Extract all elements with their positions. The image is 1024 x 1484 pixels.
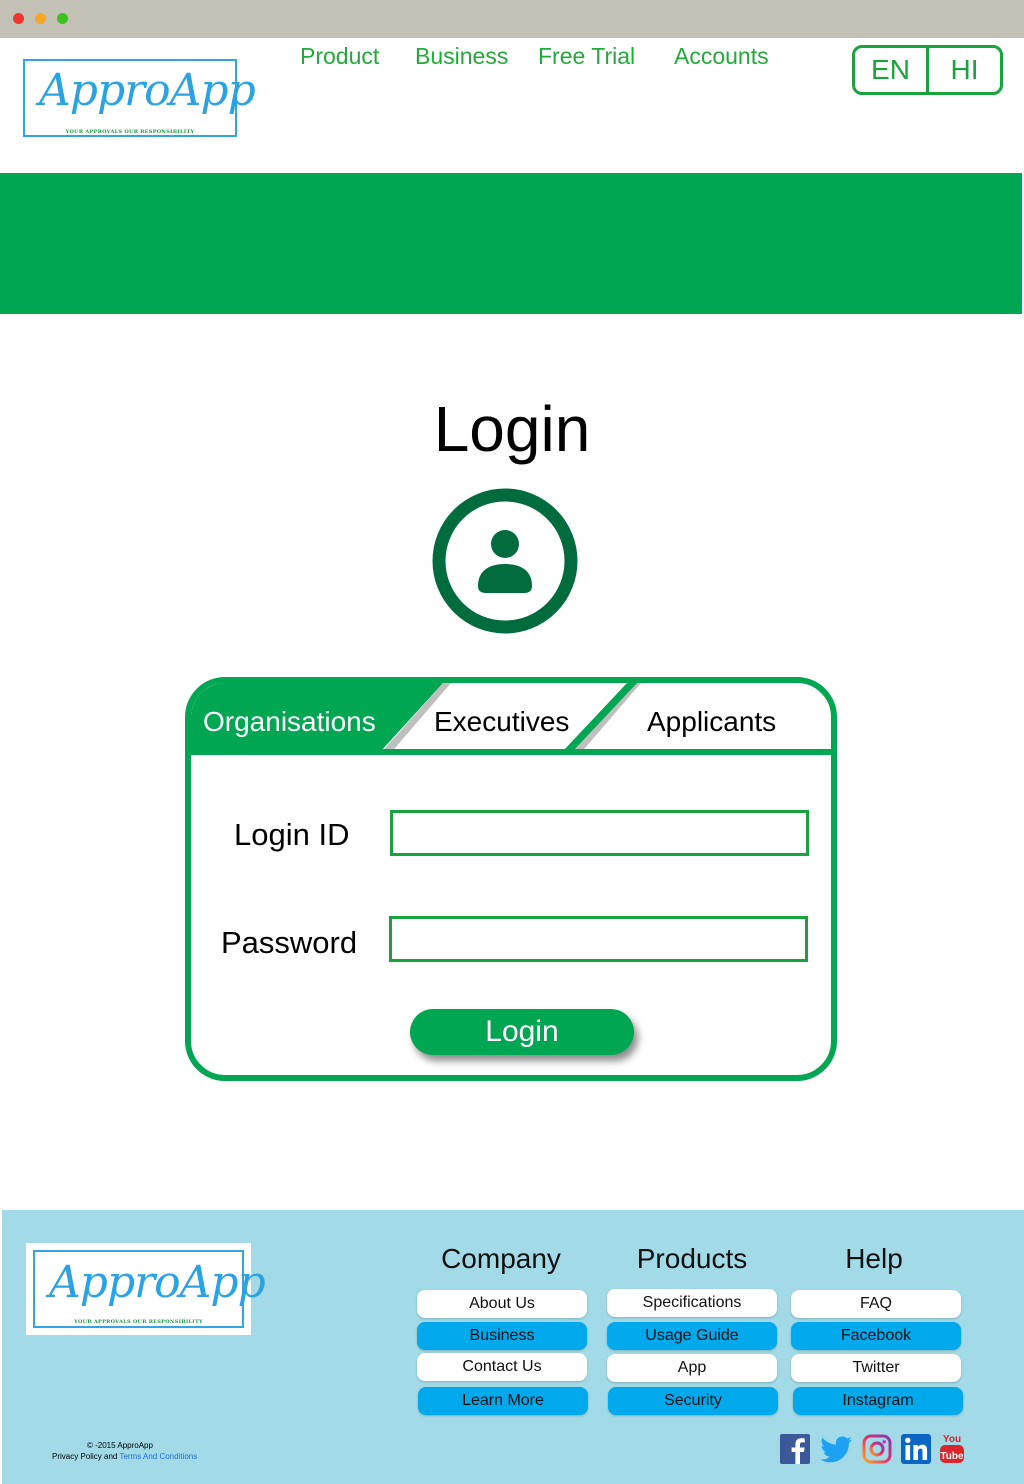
login-button[interactable]: Login	[410, 1009, 634, 1055]
footer-logo[interactable]: ApproApp YOUR APPROVALS OUR RESPONSIBILI…	[26, 1243, 266, 1335]
language-hi-button[interactable]: HI	[929, 48, 1000, 92]
language-switcher: EN HI	[852, 45, 1003, 95]
copyright-text: © -2015 ApproApp	[87, 1441, 153, 1450]
password-label: Password	[221, 925, 358, 960]
terms-link[interactable]: Terms And Conditions	[119, 1452, 197, 1461]
instagram-icon[interactable]	[862, 1432, 892, 1464]
tab-executives[interactable]: Executives	[434, 706, 569, 738]
footer-link-twitter[interactable]: Twitter	[791, 1354, 961, 1382]
login-card: Organisations Executives Applicants Logi…	[185, 677, 837, 1081]
nav-product[interactable]: Product	[300, 43, 379, 70]
footer-logo-text: ApproApp	[49, 1257, 266, 1308]
footer: ApproApp YOUR APPROVALS OUR RESPONSIBILI…	[2, 1210, 1024, 1484]
youtube-icon[interactable]: You Tube	[939, 1432, 965, 1464]
footer-link-about-us[interactable]: About Us	[417, 1290, 587, 1318]
footer-link-app[interactable]: App	[607, 1354, 777, 1382]
footer-link-learn-more[interactable]: Learn More	[418, 1387, 588, 1415]
login-id-label: Login ID	[234, 817, 350, 852]
privacy-policy-link[interactable]: Privacy Policy and	[52, 1452, 117, 1461]
language-en-button[interactable]: EN	[855, 48, 926, 92]
close-window-button[interactable]	[13, 13, 24, 24]
footer-link-faq[interactable]: FAQ	[791, 1290, 961, 1318]
footer-company-title: Company	[441, 1243, 561, 1274]
footer-link-instagram[interactable]: Instagram	[793, 1387, 963, 1415]
maximize-window-button[interactable]	[57, 13, 68, 24]
facebook-icon[interactable]	[780, 1432, 810, 1464]
user-avatar-icon	[432, 488, 578, 634]
svg-text:You: You	[943, 1434, 961, 1445]
footer-link-contact-us[interactable]: Contact Us	[417, 1353, 587, 1381]
hero-banner	[0, 173, 1022, 314]
nav-accounts[interactable]: Accounts	[674, 43, 769, 70]
header-logo[interactable]: ApproApp YOUR APPROVALS OUR RESPONSIBILI…	[23, 59, 256, 137]
footer-link-specifications[interactable]: Specifications	[607, 1289, 777, 1317]
page-title: Login	[433, 393, 591, 465]
window-titlebar	[0, 0, 1024, 38]
footer-help-title: Help	[845, 1243, 903, 1274]
minimize-window-button[interactable]	[35, 13, 46, 24]
svg-text:Tube: Tube	[940, 1451, 964, 1462]
logo-text: ApproApp	[39, 65, 256, 116]
nav-free-trial[interactable]: Free Trial	[538, 43, 635, 70]
password-input[interactable]	[389, 916, 808, 962]
nav-business[interactable]: Business	[415, 43, 508, 70]
logo-tagline: YOUR APPROVALS OUR RESPONSIBILITY	[65, 129, 195, 135]
footer-link-facebook[interactable]: Facebook	[791, 1322, 961, 1350]
footer-link-security[interactable]: Security	[608, 1387, 778, 1415]
footer-link-usage-guide[interactable]: Usage Guide	[607, 1322, 777, 1350]
footer-logo-frame: ApproApp YOUR APPROVALS OUR RESPONSIBILI…	[33, 1250, 266, 1328]
tab-organisations[interactable]: Organisations	[203, 706, 376, 738]
tab-applicants[interactable]: Applicants	[647, 706, 776, 738]
copyright-block: © -2015 ApproApp Privacy Policy and Term…	[52, 1440, 197, 1462]
legal-links: Privacy Policy and Terms And Conditions	[52, 1451, 197, 1462]
footer-link-business[interactable]: Business	[417, 1322, 587, 1350]
footer-products-title: Products	[636, 1243, 748, 1274]
login-id-input[interactable]	[390, 810, 809, 856]
twitter-icon[interactable]	[819, 1432, 853, 1464]
linkedin-icon[interactable]	[901, 1432, 931, 1464]
footer-logo-tagline: YOUR APPROVALS OUR RESPONSIBILITY	[74, 1319, 203, 1325]
